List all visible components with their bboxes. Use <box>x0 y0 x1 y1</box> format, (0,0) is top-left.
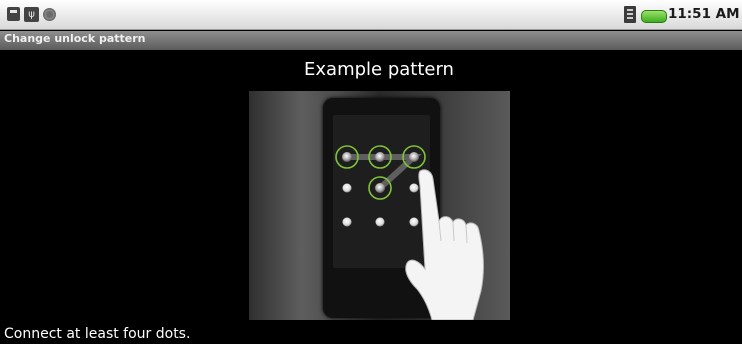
pattern-dot <box>409 152 419 162</box>
pattern-dot <box>375 152 385 162</box>
pattern-dot <box>409 183 419 193</box>
status-bar: ψ 11:51 AM <box>0 0 742 30</box>
pointing-hand-icon <box>405 169 484 320</box>
example-pattern-illustration <box>249 91 510 320</box>
notification-dot-icon <box>43 8 56 21</box>
sd-card-icon <box>7 7 20 21</box>
pattern-dot <box>342 217 352 227</box>
example-heading: Example pattern <box>304 59 454 80</box>
sim-signal-icon <box>624 6 636 23</box>
pattern-dot <box>342 152 352 162</box>
pattern-dot <box>409 217 419 227</box>
pattern-grid-icon <box>335 145 484 320</box>
pattern-dot <box>342 183 352 193</box>
pattern-dot <box>375 183 385 193</box>
instructions-text: Connect at least four dots. <box>4 326 191 342</box>
status-clock: 11:51 AM <box>668 6 740 22</box>
battery-icon <box>641 10 667 23</box>
usb-debugging-icon: ψ <box>24 7 39 22</box>
title-bar: Change unlock pattern <box>0 31 742 50</box>
pattern-dot <box>375 217 385 227</box>
page-title: Change unlock pattern <box>4 32 146 45</box>
